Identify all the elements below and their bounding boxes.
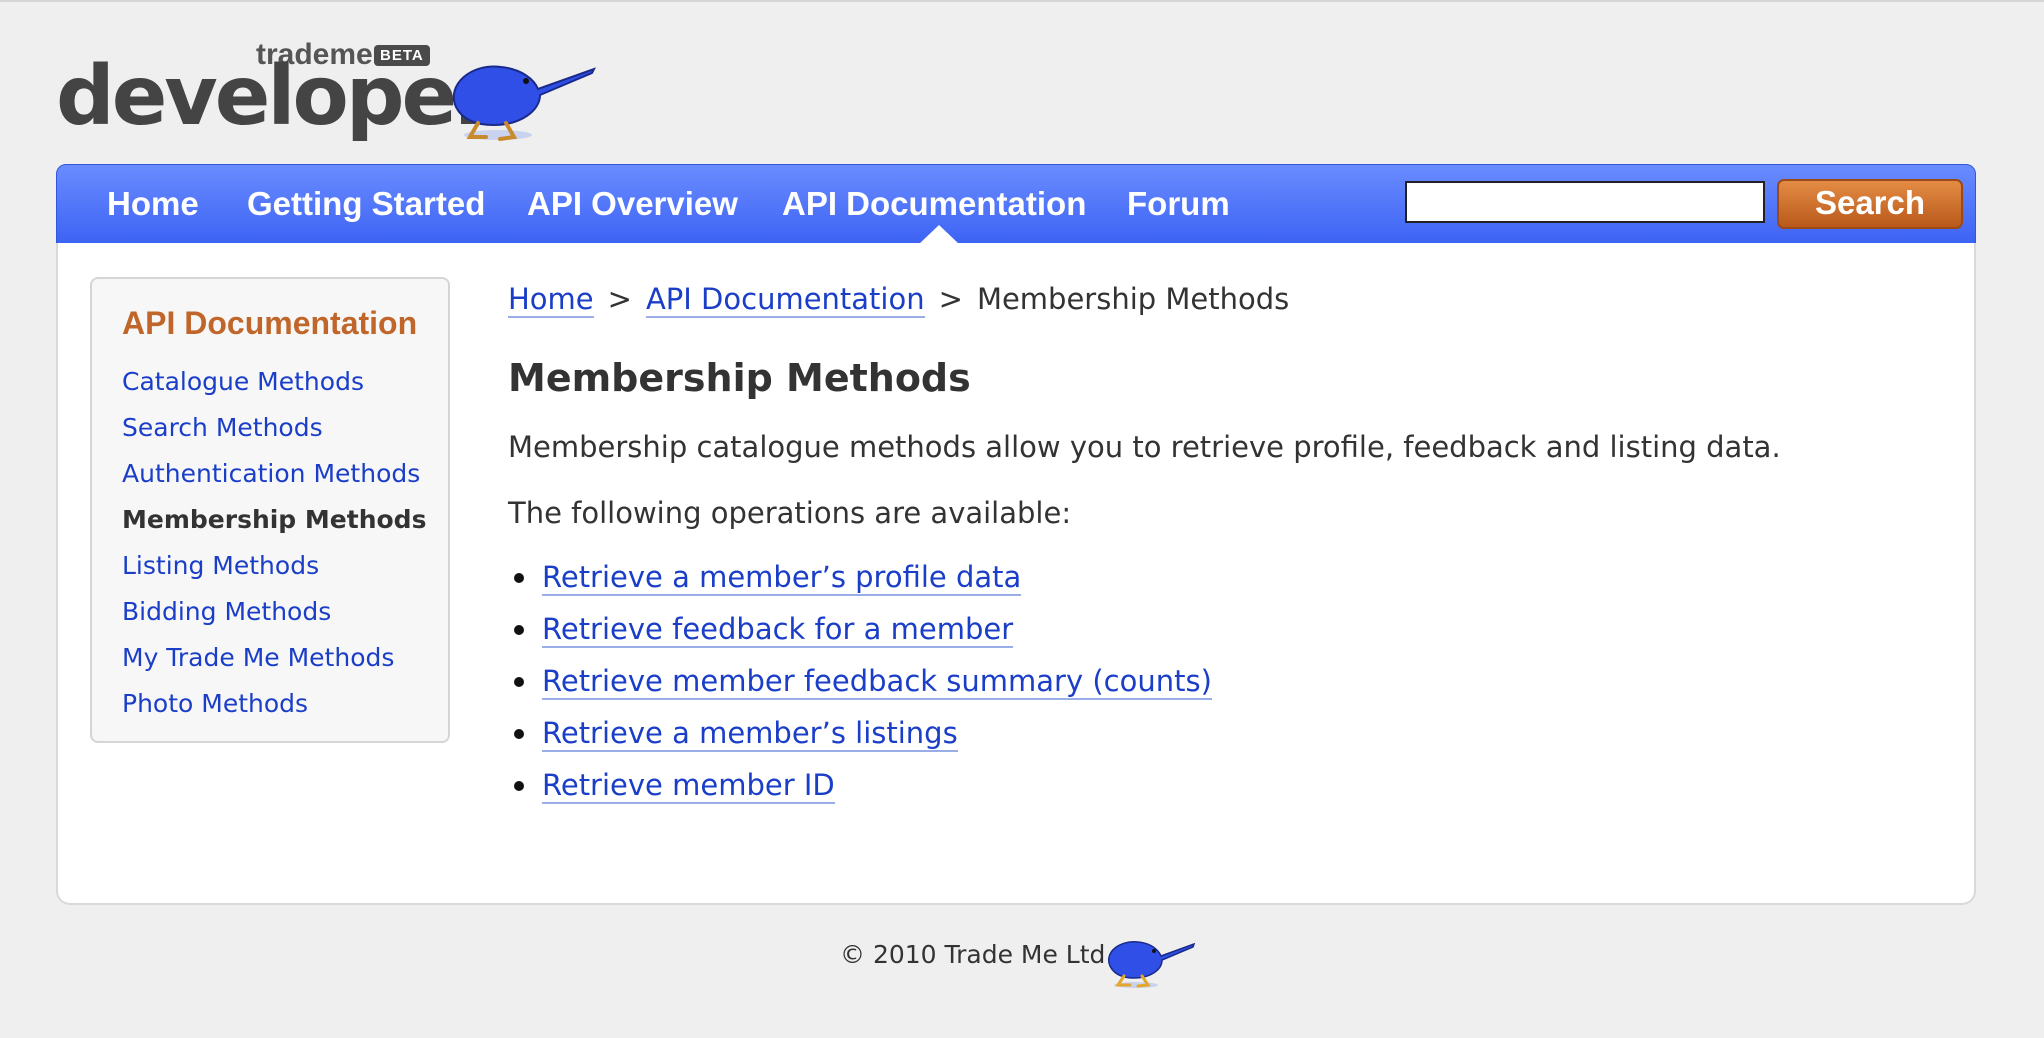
kiwi-icon bbox=[1107, 941, 1196, 988]
sidebar: API Documentation Catalogue Methods Sear… bbox=[90, 277, 450, 743]
list-item: Retrieve a member’s profile data bbox=[508, 559, 1212, 611]
bullet-icon bbox=[514, 729, 524, 739]
sidebar-item-membership: Membership Methods bbox=[122, 497, 426, 543]
intro-text: Membership catalogue methods allow you t… bbox=[508, 430, 1781, 464]
operation-link[interactable]: Retrieve feedback for a member bbox=[542, 612, 1014, 648]
sidebar-link[interactable]: Catalogue Methods bbox=[122, 367, 364, 396]
sidebar-link[interactable]: Listing Methods bbox=[122, 551, 319, 580]
sidebar-link[interactable]: Photo Methods bbox=[122, 689, 308, 718]
nav-api-overview[interactable]: API Overview bbox=[527, 165, 738, 243]
breadcrumb-home[interactable]: Home bbox=[508, 282, 594, 318]
operation-link[interactable]: Retrieve member ID bbox=[542, 768, 835, 804]
operations-heading: The following operations are available: bbox=[508, 496, 1072, 530]
sidebar-item-listing: Listing Methods bbox=[122, 543, 426, 589]
sidebar-item-catalogue: Catalogue Methods bbox=[122, 359, 426, 405]
kiwi-icon bbox=[452, 65, 596, 141]
main-nav: Home Getting Started API Overview API Do… bbox=[56, 164, 1976, 244]
bullet-icon bbox=[514, 781, 524, 791]
nav-forum[interactable]: Forum bbox=[1127, 165, 1230, 243]
list-item: Retrieve member feedback summary (counts… bbox=[508, 663, 1212, 715]
sidebar-item-photo: Photo Methods bbox=[122, 681, 426, 727]
sidebar-item-bidding: Bidding Methods bbox=[122, 589, 426, 635]
sidebar-link[interactable]: My Trade Me Methods bbox=[122, 643, 394, 672]
operation-link[interactable]: Retrieve a member’s listings bbox=[542, 716, 958, 752]
breadcrumb-separator: > bbox=[607, 282, 632, 316]
search-button[interactable]: Search bbox=[1777, 179, 1963, 229]
breadcrumb-current: Membership Methods bbox=[976, 282, 1290, 316]
active-nav-indicator bbox=[919, 225, 959, 244]
sidebar-link[interactable]: Authentication Methods bbox=[122, 459, 420, 488]
site-logo[interactable]: trademe BETA developer bbox=[56, 40, 596, 141]
list-item: Retrieve feedback for a member bbox=[508, 611, 1212, 663]
operation-link[interactable]: Retrieve a member’s profile data bbox=[542, 560, 1022, 596]
breadcrumb-api-documentation[interactable]: API Documentation bbox=[645, 282, 925, 318]
operations-list: Retrieve a member’s profile data Retriev… bbox=[508, 559, 1212, 819]
sidebar-item-my-trade-me: My Trade Me Methods bbox=[122, 635, 426, 681]
sidebar-item-search: Search Methods bbox=[122, 405, 426, 451]
breadcrumb-separator: > bbox=[938, 282, 963, 316]
nav-home[interactable]: Home bbox=[107, 165, 199, 243]
sidebar-active-label: Membership Methods bbox=[122, 505, 427, 534]
page-title: Membership Methods bbox=[508, 356, 971, 400]
copyright-text: © 2010 Trade Me Ltd bbox=[840, 940, 1106, 969]
content-panel: API Documentation Catalogue Methods Sear… bbox=[56, 243, 1976, 905]
bullet-icon bbox=[514, 573, 524, 583]
list-item: Retrieve member ID bbox=[508, 767, 1212, 819]
bullet-icon bbox=[514, 625, 524, 635]
sidebar-list: Catalogue Methods Search Methods Authent… bbox=[122, 359, 426, 727]
bullet-icon bbox=[514, 677, 524, 687]
sidebar-link[interactable]: Bidding Methods bbox=[122, 597, 331, 626]
nav-getting-started[interactable]: Getting Started bbox=[247, 165, 485, 243]
sidebar-title: API Documentation bbox=[122, 305, 418, 341]
list-item: Retrieve a member’s listings bbox=[508, 715, 1212, 767]
search-input[interactable] bbox=[1405, 181, 1765, 223]
top-border bbox=[0, 0, 2044, 2]
sidebar-item-authentication: Authentication Methods bbox=[122, 451, 426, 497]
operation-link[interactable]: Retrieve member feedback summary (counts… bbox=[542, 664, 1212, 700]
breadcrumb: Home > API Documentation > Membership Method… bbox=[508, 281, 1290, 318]
sidebar-link[interactable]: Search Methods bbox=[122, 413, 323, 442]
